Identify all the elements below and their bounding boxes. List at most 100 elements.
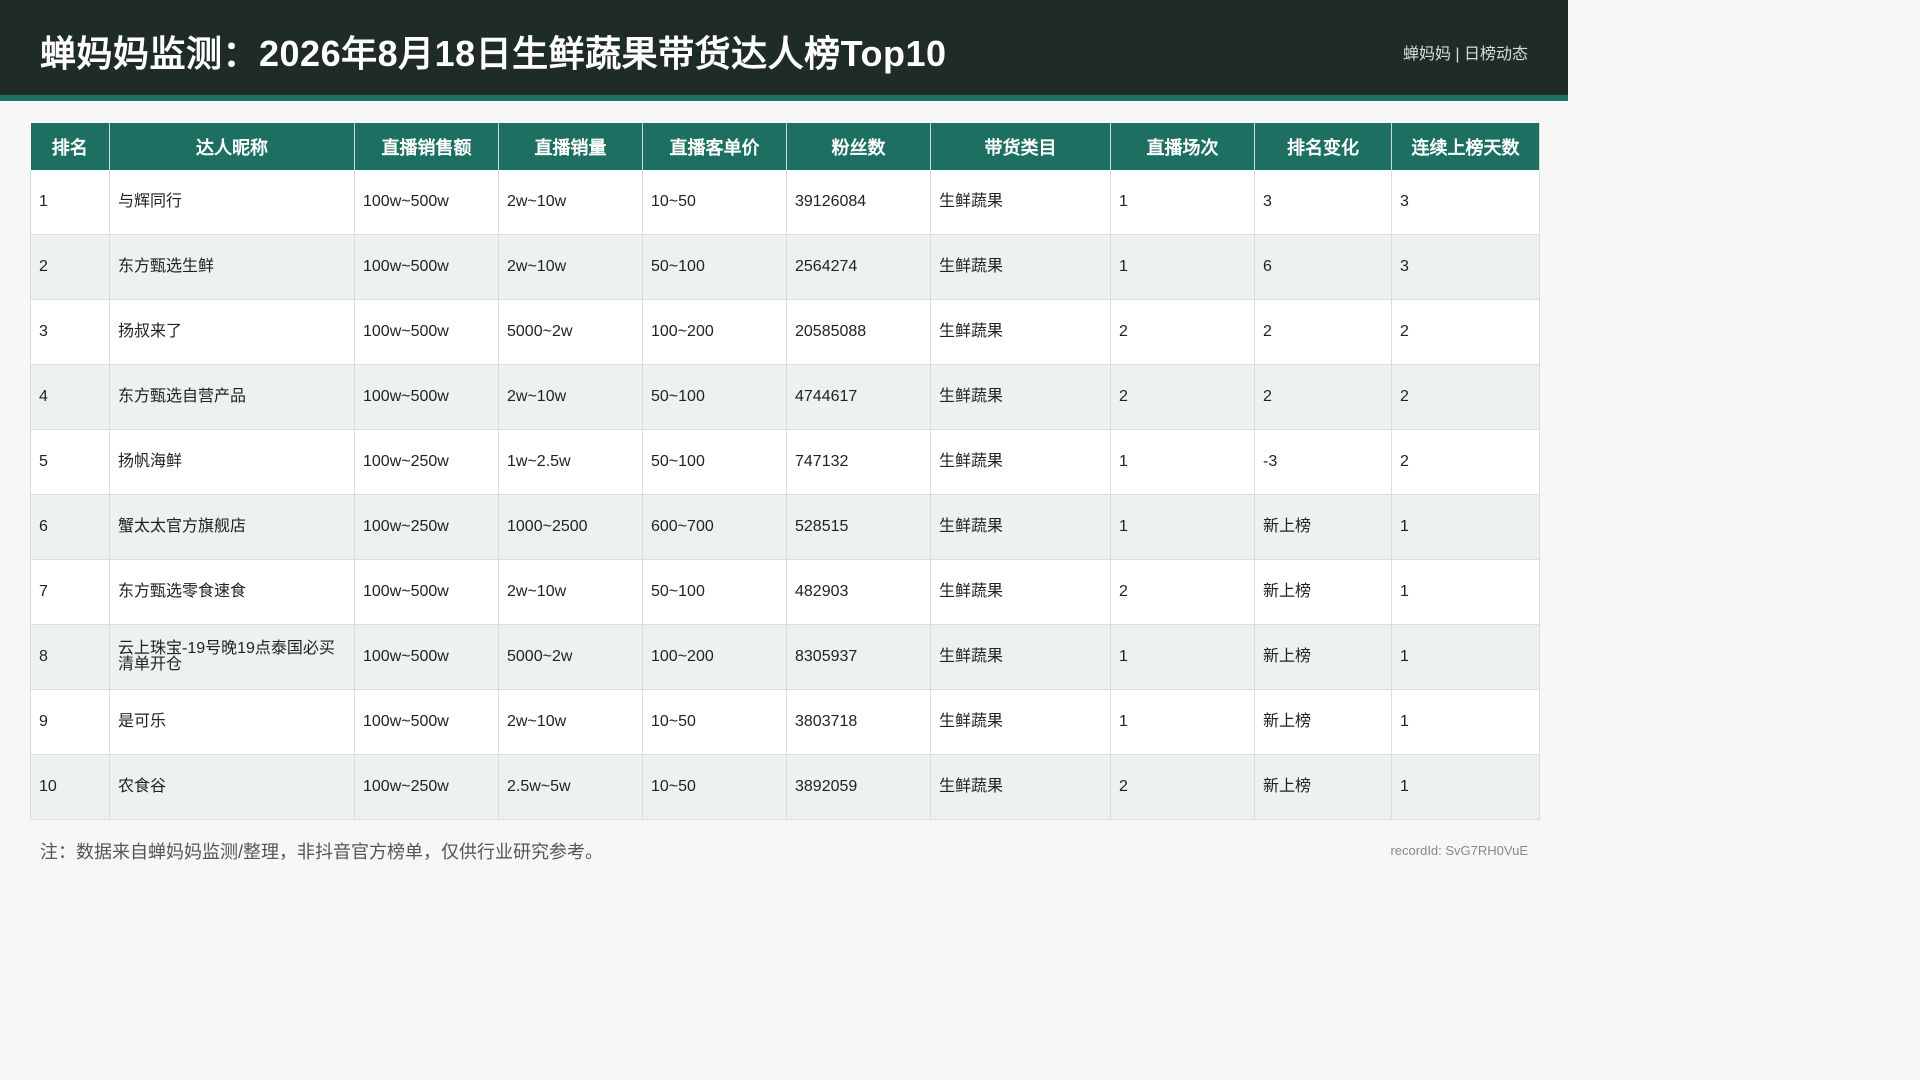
sales-volume-cell: 2w~10w [498, 170, 643, 235]
category-cell: 生鲜蔬果 [930, 364, 1111, 430]
unit-price-cell: 10~50 [642, 689, 787, 755]
sales-amount-cell: 100w~500w [354, 234, 499, 300]
unit-price-cell: 50~100 [642, 234, 787, 300]
category-cell: 生鲜蔬果 [930, 299, 1111, 365]
rank-change-cell: 3 [1254, 170, 1392, 235]
sessions-cell: 1 [1110, 429, 1255, 495]
consecutive-days-cell: 3 [1391, 170, 1540, 235]
unit-price-cell: 50~100 [642, 364, 787, 430]
category-cell: 生鲜蔬果 [930, 234, 1111, 300]
nickname-cell: 东方甄选自营产品 [109, 364, 355, 430]
header-bar: 蝉妈妈监测：2026年8月18日生鲜蔬果带货达人榜Top10 蝉妈妈 | 日榜动… [0, 0, 1568, 95]
nickname-cell: 东方甄选生鲜 [109, 234, 355, 300]
rank-change-cell: 新上榜 [1254, 689, 1392, 755]
followers-cell: 747132 [786, 429, 931, 495]
category-cell: 生鲜蔬果 [930, 754, 1111, 820]
sales-amount-cell: 100w~500w [354, 624, 499, 690]
category-cell: 生鲜蔬果 [930, 494, 1111, 560]
consecutive-days-cell: 1 [1391, 559, 1540, 625]
sales-amount-cell: 100w~500w [354, 364, 499, 430]
nickname-cell: 扬帆海鲜 [109, 429, 355, 495]
table-row: 10 农食谷 100w~250w 2.5w~5w 10~50 3892059 生鲜蔬果 2 新上… [30, 754, 1540, 820]
nickname-cell: 云上珠宝-19号晚19点泰国必买清单开仓 [109, 624, 355, 690]
sessions-cell: 2 [1110, 559, 1255, 625]
nickname-cell: 与辉同行 [109, 170, 355, 235]
unit-price-cell: 10~50 [642, 170, 787, 235]
sales-amount-cell: 100w~500w [354, 559, 499, 625]
followers-cell: 8305937 [786, 624, 931, 690]
sales-volume-cell: 2w~10w [498, 234, 643, 300]
rank-change-cell: 6 [1254, 234, 1392, 300]
sales-amount-cell: 100w~500w [354, 689, 499, 755]
sales-amount-cell: 100w~500w [354, 170, 499, 235]
table-row: 4 东方甄选自营产品 100w~500w 2w~10w 50~100 4744617 生鲜蔬… [30, 364, 1540, 430]
consecutive-days-cell: 1 [1391, 624, 1540, 690]
sales-volume-cell: 2w~10w [498, 364, 643, 430]
page-title: 蝉妈妈监测：2026年8月18日生鲜蔬果带货达人榜Top10 [40, 33, 947, 74]
sales-volume-cell: 2w~10w [498, 689, 643, 755]
followers-cell: 528515 [786, 494, 931, 560]
sessions-cell: 1 [1110, 624, 1255, 690]
sales-volume-cell: 1000~2500 [498, 494, 643, 560]
consecutive-days-cell: 3 [1391, 234, 1540, 300]
table-row: 5 扬帆海鲜 100w~250w 1w~2.5w 50~100 747132 生鲜蔬果 1 -3… [30, 429, 1540, 495]
sessions-cell: 1 [1110, 170, 1255, 235]
sales-volume-cell: 2w~10w [498, 559, 643, 625]
sales-amount-cell: 100w~250w [354, 494, 499, 560]
category-cell: 生鲜蔬果 [930, 689, 1111, 755]
unit-price-cell: 100~200 [642, 624, 787, 690]
sessions-cell: 2 [1110, 754, 1255, 820]
table-row: 6 蟹太太官方旗舰店 100w~250w 1000~2500 600~700 528515… [30, 494, 1540, 560]
brand-label: 蝉妈妈 | 日榜动态 [1402, 46, 1528, 63]
ranking-table: 排名 达人昵称 直播销售额 直播销量 直播客单价 粉丝数 带货类目 直播场次 排… [30, 123, 1540, 820]
rank-cell: 1 [30, 170, 110, 235]
sessions-cell: 2 [1110, 364, 1255, 430]
column-header-unit-price: 直播客单价 [642, 123, 787, 170]
unit-price-cell: 10~50 [642, 754, 787, 820]
consecutive-days-cell: 2 [1391, 299, 1540, 365]
followers-cell: 39126084 [786, 170, 931, 235]
rank-cell: 10 [30, 754, 110, 820]
table-row: 9 是可乐 100w~500w 2w~10w 10~50 3803718 生鲜蔬果 1 新上榜 1 [30, 689, 1540, 755]
rank-change-cell: 2 [1254, 364, 1392, 430]
column-header-followers: 粉丝数 [786, 123, 931, 170]
rank-cell: 3 [30, 299, 110, 365]
rank-cell: 8 [30, 624, 110, 690]
category-cell: 生鲜蔬果 [930, 624, 1111, 690]
followers-cell: 482903 [786, 559, 931, 625]
column-header-category: 带货类目 [930, 123, 1111, 170]
consecutive-days-cell: 2 [1391, 364, 1540, 430]
record-id: recordId: SvG7RH0VuE [1390, 843, 1528, 858]
rank-cell: 4 [30, 364, 110, 430]
rank-cell: 2 [30, 234, 110, 300]
column-header-consecutive-days: 连续上榜天数 [1391, 123, 1540, 170]
followers-cell: 3803718 [786, 689, 931, 755]
nickname-cell: 东方甄选零食速食 [109, 559, 355, 625]
sales-volume-cell: 1w~2.5w [498, 429, 643, 495]
column-header-nickname: 达人昵称 [109, 123, 355, 170]
consecutive-days-cell: 1 [1391, 754, 1540, 820]
sales-volume-cell: 2.5w~5w [498, 754, 643, 820]
column-header-live-sales-volume: 直播销量 [498, 123, 643, 170]
unit-price-cell: 100~200 [642, 299, 787, 365]
rank-change-cell: 新上榜 [1254, 624, 1392, 690]
unit-price-cell: 50~100 [642, 429, 787, 495]
sales-volume-cell: 5000~2w [498, 624, 643, 690]
rank-change-cell: -3 [1254, 429, 1392, 495]
rank-change-cell: 新上榜 [1254, 754, 1392, 820]
table-row: 8 云上珠宝-19号晚19点泰国必买清单开仓 100w~500w 5000~2w 100… [30, 624, 1540, 690]
rank-cell: 7 [30, 559, 110, 625]
sessions-cell: 1 [1110, 234, 1255, 300]
nickname-cell: 是可乐 [109, 689, 355, 755]
sales-volume-cell: 5000~2w [498, 299, 643, 365]
sessions-cell: 1 [1110, 689, 1255, 755]
column-header-rank-change: 排名变化 [1254, 123, 1392, 170]
rank-cell: 5 [30, 429, 110, 495]
rank-change-cell: 新上榜 [1254, 494, 1392, 560]
sales-amount-cell: 100w~250w [354, 429, 499, 495]
column-header-rank: 排名 [30, 123, 110, 170]
sessions-cell: 1 [1110, 494, 1255, 560]
followers-cell: 2564274 [786, 234, 931, 300]
followers-cell: 4744617 [786, 364, 931, 430]
nickname-cell: 农食谷 [109, 754, 355, 820]
